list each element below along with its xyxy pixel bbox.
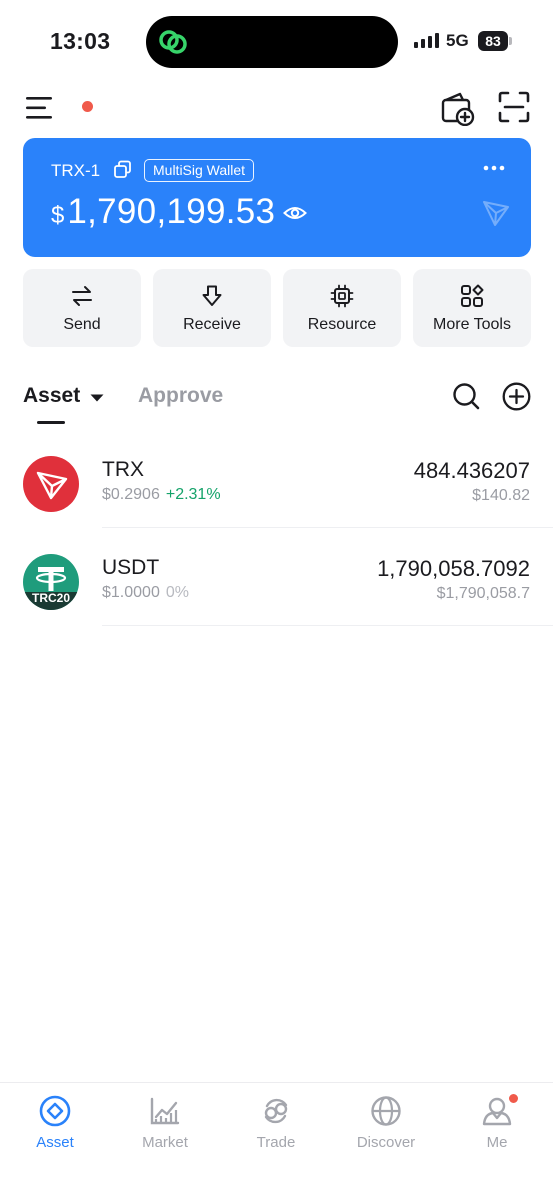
token-change: 0%: [165, 584, 189, 601]
tether-trc20-logo-icon: TRC20: [23, 554, 79, 610]
notification-dot: [82, 101, 93, 112]
nav-label: Me: [486, 1134, 508, 1151]
token-price-value: $1.0000: [102, 584, 160, 601]
send-button[interactable]: Send: [23, 269, 141, 347]
wallet-name: TRX-1: [51, 161, 101, 180]
nav-trade[interactable]: Trade: [221, 1083, 331, 1163]
tab-approve[interactable]: Approve: [138, 384, 223, 408]
nav-label: Discover: [356, 1134, 416, 1151]
dynamic-island: [146, 16, 398, 68]
search-icon[interactable]: [452, 382, 480, 410]
token-symbol: USDT: [102, 556, 160, 579]
nav-asset[interactable]: Asset: [0, 1083, 110, 1163]
tron-watermark-icon: [483, 201, 509, 226]
resource-button[interactable]: Resource: [283, 269, 401, 347]
download-arrow-icon: [202, 285, 222, 306]
token-row-trx[interactable]: TRX $0.2906 +2.31% 484.436207 $140.82: [0, 430, 553, 528]
eye-icon[interactable]: [283, 204, 307, 222]
token-row-usdt[interactable]: TRC20 USDT $1.0000 0% 1,790,058.7092 $1,7…: [0, 528, 553, 626]
nav-label: Market: [142, 1134, 188, 1151]
menu-icon[interactable]: [24, 94, 56, 122]
multisig-badge: MultiSig Wallet: [144, 159, 255, 182]
tab-underline: [37, 421, 65, 424]
token-change: +2.31%: [165, 486, 221, 503]
scan-icon[interactable]: [497, 90, 531, 124]
token-value: $140.82: [472, 487, 530, 504]
chip-icon: [330, 284, 354, 308]
nav-me[interactable]: Me: [442, 1083, 552, 1163]
receive-label: Receive: [183, 316, 241, 333]
add-wallet-icon[interactable]: [440, 90, 476, 126]
nav-label: Asset: [36, 1134, 74, 1151]
token-price-value: $0.2906: [102, 486, 160, 503]
wallet-balance: $ 1,790,199.53: [51, 192, 275, 232]
signal-icon: [414, 33, 439, 48]
balance-currency: $: [51, 202, 65, 229]
token-balance: 484.436207: [413, 458, 530, 483]
bottom-nav: Asset Market Trade Discover Me: [0, 1082, 553, 1200]
more-tools-button[interactable]: More Tools: [413, 269, 531, 347]
swap-arrows-icon: [72, 286, 92, 306]
more-tools-label: More Tools: [433, 316, 511, 333]
trc20-label: TRC20: [31, 591, 70, 605]
battery-cap: [509, 37, 512, 45]
receive-button[interactable]: Receive: [153, 269, 271, 347]
nav-market[interactable]: Market: [110, 1083, 220, 1163]
tron-logo-icon: [23, 456, 79, 512]
token-symbol: TRX: [102, 458, 144, 481]
more-options-icon[interactable]: [481, 158, 507, 178]
quick-actions: Send Receive Resource More Tools: [23, 269, 531, 347]
copy-icon[interactable]: [113, 160, 132, 179]
row-divider: [102, 625, 553, 626]
resource-label: Resource: [307, 316, 377, 333]
wallet-card[interactable]: TRX-1 MultiSig Wallet $ 1,790,199.53: [23, 138, 531, 257]
token-price: $1.0000 0%: [102, 584, 189, 602]
battery-icon: 83: [478, 31, 508, 51]
notification-dot: [508, 1093, 519, 1104]
asset-icon: [39, 1095, 71, 1127]
token-price: $0.2906 +2.31%: [102, 486, 221, 504]
grid-tools-icon: [461, 284, 484, 307]
globe-icon: [371, 1096, 401, 1126]
balance-amount: 1,790,199.53: [67, 192, 276, 231]
trade-icon: [264, 1098, 288, 1124]
nav-discover[interactable]: Discover: [331, 1083, 441, 1163]
send-label: Send: [63, 316, 101, 333]
token-balance: 1,790,058.7092: [377, 556, 530, 581]
caret-down-icon[interactable]: [90, 394, 104, 402]
add-token-icon[interactable]: [502, 382, 531, 411]
tab-asset[interactable]: Asset: [23, 384, 80, 408]
network-type: 5G: [446, 31, 469, 50]
market-chart-icon: [150, 1097, 180, 1125]
status-bar: 13:03 5G 83: [0, 0, 553, 84]
nav-label: Trade: [256, 1134, 296, 1151]
status-time: 13:03: [50, 28, 111, 54]
link-app-icon: [159, 30, 187, 54]
token-value: $1,790,058.7: [436, 585, 530, 602]
